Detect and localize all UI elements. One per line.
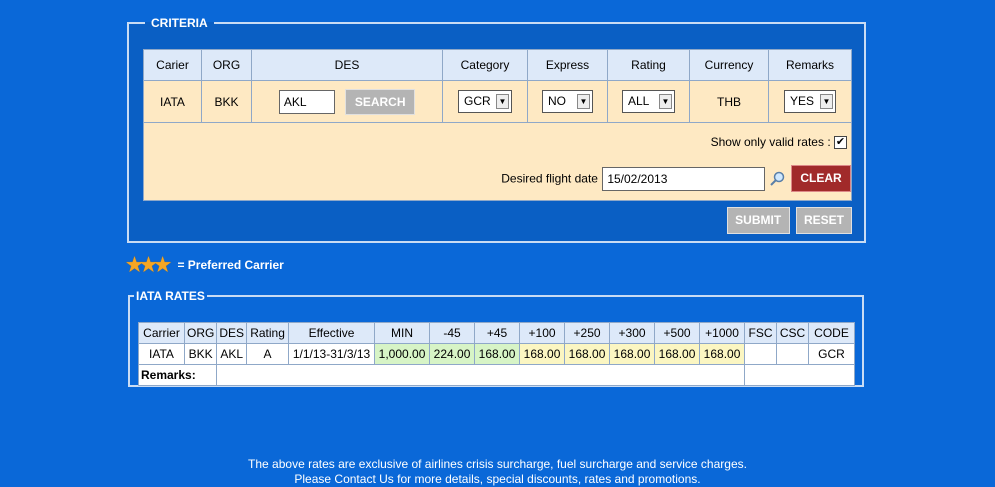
category-select[interactable]: GCR ▼ bbox=[458, 90, 512, 113]
submit-row: SUBMIT RESET bbox=[726, 207, 852, 234]
iata-rates-table: Carrier ORG DES Rating Effective MIN -45… bbox=[137, 322, 855, 386]
rates-header: Effective bbox=[288, 322, 376, 344]
rate-cell: 224.00 bbox=[429, 343, 476, 365]
remarks-value: YES bbox=[790, 94, 815, 108]
header-org: ORG bbox=[201, 49, 252, 81]
preferred-carrier-text: = Preferred Carrier bbox=[177, 258, 284, 272]
valid-rates-row: Show only valid rates : ✔ bbox=[710, 135, 847, 150]
header-currency: Currency bbox=[689, 49, 769, 81]
rating-select[interactable]: ALL ▼ bbox=[622, 90, 675, 113]
rate-cell: AKL bbox=[216, 343, 248, 365]
rates-header: ORG bbox=[183, 322, 218, 344]
rate-cell: BKK bbox=[183, 343, 218, 365]
chevron-down-icon: ▼ bbox=[820, 94, 833, 109]
criteria-legend: CRITERIA bbox=[151, 16, 208, 30]
rates-header: +250 bbox=[564, 322, 611, 344]
remarks-row: Remarks: bbox=[137, 364, 855, 386]
rates-header: -45 bbox=[429, 322, 476, 344]
star-icon: ★★★ bbox=[126, 255, 171, 276]
flight-date-row: Desired flight date 15/02/2013 CLEAR bbox=[501, 165, 851, 192]
des-input[interactable]: AKL bbox=[278, 89, 335, 114]
rate-cell: A bbox=[246, 343, 290, 365]
rates-header: MIN bbox=[374, 322, 431, 344]
search-button[interactable]: SEARCH bbox=[345, 88, 416, 115]
submit-button[interactable]: SUBMIT bbox=[726, 207, 790, 234]
remarks-select[interactable]: YES ▼ bbox=[784, 90, 836, 113]
rate-cell: 168.00 bbox=[564, 343, 611, 365]
criteria-table: Carier ORG DES Category Express Rating C… bbox=[143, 49, 852, 123]
rates-header: FSC bbox=[744, 322, 778, 344]
criteria-panel: CRITERIA Carier ORG DES Category Express… bbox=[127, 16, 866, 243]
currency-value: THB bbox=[689, 80, 769, 123]
rates-header: CSC bbox=[776, 322, 810, 344]
valid-rates-checkbox[interactable]: ✔ bbox=[834, 136, 847, 150]
des-cell: AKL SEARCH bbox=[251, 80, 443, 123]
header-category: Category bbox=[442, 49, 528, 81]
rates-header: CODE bbox=[808, 322, 855, 344]
flight-date-label: Desired flight date bbox=[501, 171, 598, 186]
preferred-carrier-legend: ★★★ = Preferred Carrier bbox=[126, 254, 284, 277]
rate-cell: 168.00 bbox=[474, 343, 521, 365]
reset-button[interactable]: RESET bbox=[796, 207, 852, 234]
remarks-cell: YES ▼ bbox=[768, 80, 852, 123]
clear-button[interactable]: CLEAR bbox=[791, 165, 851, 192]
header-rating: Rating bbox=[607, 49, 690, 81]
rate-cell: 1/1/13-31/3/13 bbox=[288, 343, 376, 365]
rates-header: +500 bbox=[654, 322, 701, 344]
express-cell: NO ▼ bbox=[527, 80, 608, 123]
valid-rates-label: Show only valid rates : bbox=[710, 135, 831, 149]
category-value: GCR bbox=[464, 94, 491, 108]
filter-panel: Show only valid rates : ✔ Desired flight… bbox=[143, 123, 852, 201]
chevron-down-icon: ▼ bbox=[496, 94, 509, 109]
rate-cell: 168.00 bbox=[519, 343, 566, 365]
rate-cell bbox=[776, 343, 810, 365]
header-carrier: Carier bbox=[143, 49, 202, 81]
header-des: DES bbox=[251, 49, 443, 81]
carrier-value: IATA bbox=[143, 80, 202, 123]
flight-date-input[interactable]: 15/02/2013 bbox=[602, 166, 766, 191]
category-cell: GCR ▼ bbox=[442, 80, 528, 123]
rates-header: +100 bbox=[519, 322, 566, 344]
rates-header: +45 bbox=[474, 322, 521, 344]
rates-header: DES bbox=[216, 322, 248, 344]
table-row: IATA BKK AKL A 1/1/13-31/3/13 1,000.00 2… bbox=[138, 343, 855, 365]
express-value: NO bbox=[548, 94, 566, 108]
iata-rates-panel: IATA RATES Carrier ORG DES Rating Effect… bbox=[128, 289, 864, 387]
chevron-down-icon: ▼ bbox=[659, 94, 672, 109]
org-value: BKK bbox=[201, 80, 252, 123]
header-express: Express bbox=[527, 49, 608, 81]
rates-header: +300 bbox=[609, 322, 656, 344]
footer-note: The above rates are exclusive of airline… bbox=[0, 457, 995, 487]
rating-value: ALL bbox=[628, 94, 650, 108]
rates-header: +1000 bbox=[699, 322, 746, 344]
rate-cell bbox=[744, 343, 778, 365]
footer-line-2: Please Contact Us for more details, spec… bbox=[294, 472, 701, 486]
header-remarks: Remarks bbox=[768, 49, 852, 81]
iata-rates-legend: IATA RATES bbox=[136, 289, 205, 303]
footer-line-1: The above rates are exclusive of airline… bbox=[248, 457, 747, 471]
rate-cell: GCR bbox=[808, 343, 855, 365]
rating-cell: ALL ▼ bbox=[607, 80, 690, 123]
remarks-value bbox=[216, 364, 746, 386]
rate-cell: 168.00 bbox=[609, 343, 656, 365]
express-select[interactable]: NO ▼ bbox=[542, 90, 593, 113]
rate-cell: IATA bbox=[138, 343, 185, 365]
rates-header: Rating bbox=[246, 322, 290, 344]
remarks-label: Remarks: bbox=[137, 364, 218, 386]
rate-cell: 168.00 bbox=[654, 343, 701, 365]
remarks-extra bbox=[744, 364, 855, 386]
magnifier-icon[interactable] bbox=[769, 171, 786, 187]
chevron-down-icon: ▼ bbox=[577, 94, 590, 109]
rates-header: Carrier bbox=[138, 322, 185, 344]
rate-cell: 1,000.00 bbox=[374, 343, 431, 365]
rate-cell: 168.00 bbox=[699, 343, 746, 365]
